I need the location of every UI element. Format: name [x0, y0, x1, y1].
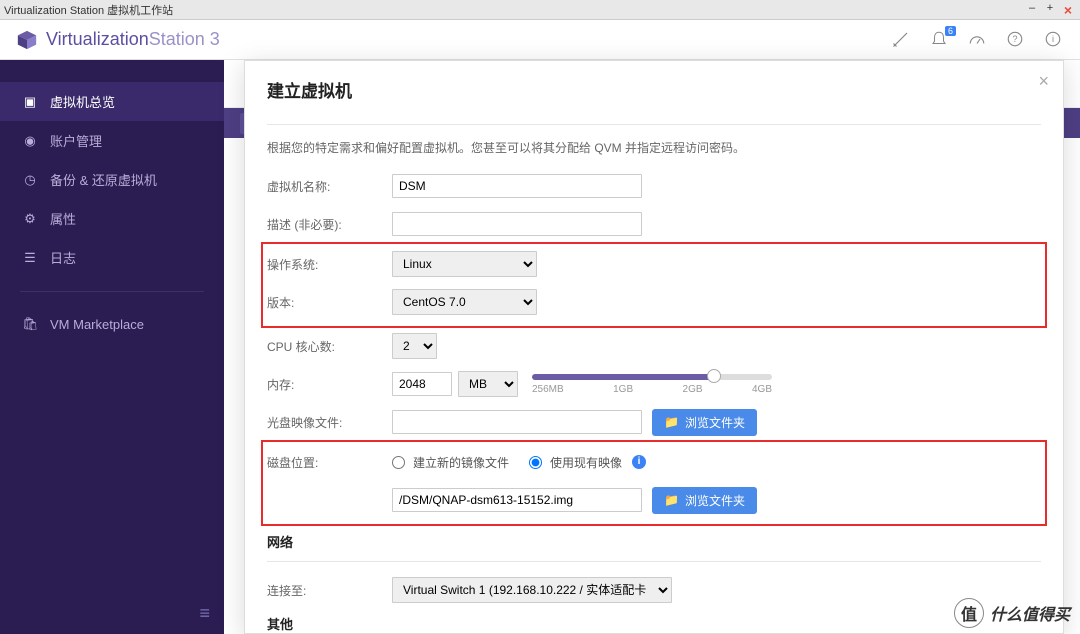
sidebar-item-label: 属性: [50, 209, 76, 228]
os-highlight-box: 操作系统: Linux 版本: CentOS 7.0: [261, 242, 1047, 328]
minimize-button[interactable]: –: [1024, 2, 1040, 18]
app-name: VirtualizationStation 3: [46, 29, 220, 50]
label-connect: 连接至:: [267, 582, 392, 599]
memory-slider[interactable]: [532, 374, 772, 380]
app-header: VirtualizationStation 3 6 ? i: [0, 20, 1080, 60]
info-icon[interactable]: i: [632, 455, 646, 469]
section-other: 其他: [267, 614, 1041, 633]
monitor-icon: ▣: [22, 94, 38, 110]
modal-description: 根据您的特定需求和偏好配置虚拟机。您甚至可以将其分配给 QVM 并指定远程访问密…: [267, 139, 1041, 156]
memory-input[interactable]: [392, 372, 452, 396]
cube-icon: [16, 29, 38, 51]
os-select[interactable]: Linux: [392, 251, 537, 277]
create-vm-modal: 建立虚拟机 × 根据您的特定需求和偏好配置虚拟机。您甚至可以将其分配给 QVM …: [244, 60, 1064, 634]
label-cpu: CPU 核心数:: [267, 338, 392, 355]
label-version: 版本:: [267, 294, 392, 311]
memory-unit-select[interactable]: MB: [458, 371, 518, 397]
version-select[interactable]: CentOS 7.0: [392, 289, 537, 315]
sidebar-item-account[interactable]: ◉ 账户管理: [0, 121, 224, 160]
sidebar-item-label: 日志: [50, 248, 76, 267]
vm-name-input[interactable]: [392, 174, 642, 198]
section-network: 网络: [267, 532, 1041, 551]
watermark: 值 什么值得买: [954, 598, 1070, 628]
sidebar-item-label: 备份 & 还原虚拟机: [50, 170, 157, 189]
sidebar-item-label: VM Marketplace: [50, 317, 144, 332]
iso-path-input[interactable]: [392, 410, 642, 434]
label-disk: 磁盘位置:: [267, 454, 392, 471]
info-icon[interactable]: i: [1044, 30, 1064, 50]
network-select[interactable]: Virtual Switch 1 (192.168.10.222 / 实体适配卡…: [392, 577, 672, 603]
label-vm-name: 虚拟机名称:: [267, 178, 392, 195]
clock-icon: ◷: [22, 172, 38, 188]
modal-title: 建立虚拟机: [267, 77, 1041, 102]
app-logo: VirtualizationStation 3: [16, 29, 220, 51]
close-button[interactable]: ×: [1060, 2, 1076, 18]
sidebar-item-label: 账户管理: [50, 131, 102, 150]
sidebar-item-marketplace[interactable]: 🛍 VM Marketplace: [0, 306, 224, 342]
watermark-icon: 值: [954, 598, 984, 628]
window-title: Virtualization Station 虚拟机工作站: [4, 2, 173, 18]
sidebar: ▣ 虚拟机总览 ◉ 账户管理 ◷ 备份 & 还原虚拟机 ⚙ 属性 ☰ 日志 🛍 …: [0, 60, 224, 634]
disk-path-input[interactable]: [392, 488, 642, 512]
label-description: 描述 (非必要):: [267, 216, 392, 233]
disk-highlight-box: 磁盘位置: 建立新的镜像文件 使用现有映像 i 📁 浏览文件夹: [261, 440, 1047, 526]
sidebar-item-log[interactable]: ☰ 日志: [0, 238, 224, 277]
sidebar-item-backup[interactable]: ◷ 备份 & 还原虚拟机: [0, 160, 224, 199]
maximize-button[interactable]: +: [1042, 2, 1058, 18]
sidebar-collapse-toggle[interactable]: ≡: [0, 593, 224, 634]
help-icon[interactable]: ?: [1006, 30, 1026, 50]
browse-disk-button[interactable]: 📁 浏览文件夹: [652, 487, 757, 514]
sidebar-item-label: 虚拟机总览: [50, 92, 115, 111]
document-icon: ☰: [22, 250, 38, 266]
label-os: 操作系统:: [267, 256, 392, 273]
cpu-select[interactable]: 2: [392, 333, 437, 359]
radio-new-image[interactable]: [392, 456, 405, 469]
notification-badge: 6: [945, 26, 956, 36]
folder-icon: 📁: [664, 493, 679, 507]
folder-icon: 📁: [664, 415, 679, 429]
bell-icon[interactable]: 6: [930, 30, 950, 50]
svg-text:?: ?: [1012, 34, 1017, 44]
user-icon: ◉: [22, 133, 38, 149]
sidebar-item-overview[interactable]: ▣ 虚拟机总览: [0, 82, 224, 121]
window-titlebar: Virtualization Station 虚拟机工作站 – + ×: [0, 0, 1080, 20]
vm-description-input[interactable]: [392, 212, 642, 236]
sliders-icon: ⚙: [22, 211, 38, 227]
broom-icon[interactable]: [892, 30, 912, 50]
slider-knob[interactable]: [707, 369, 721, 383]
svg-text:i: i: [1052, 34, 1054, 44]
bag-icon: 🛍: [22, 316, 38, 332]
modal-close-button[interactable]: ×: [1038, 71, 1049, 92]
gauge-icon[interactable]: [968, 30, 988, 50]
radio-existing-image[interactable]: [529, 456, 542, 469]
label-iso: 光盘映像文件:: [267, 414, 392, 431]
sidebar-item-settings[interactable]: ⚙ 属性: [0, 199, 224, 238]
watermark-text: 什么值得买: [990, 601, 1070, 625]
browse-iso-button[interactable]: 📁 浏览文件夹: [652, 409, 757, 436]
label-memory: 内存:: [267, 376, 392, 393]
